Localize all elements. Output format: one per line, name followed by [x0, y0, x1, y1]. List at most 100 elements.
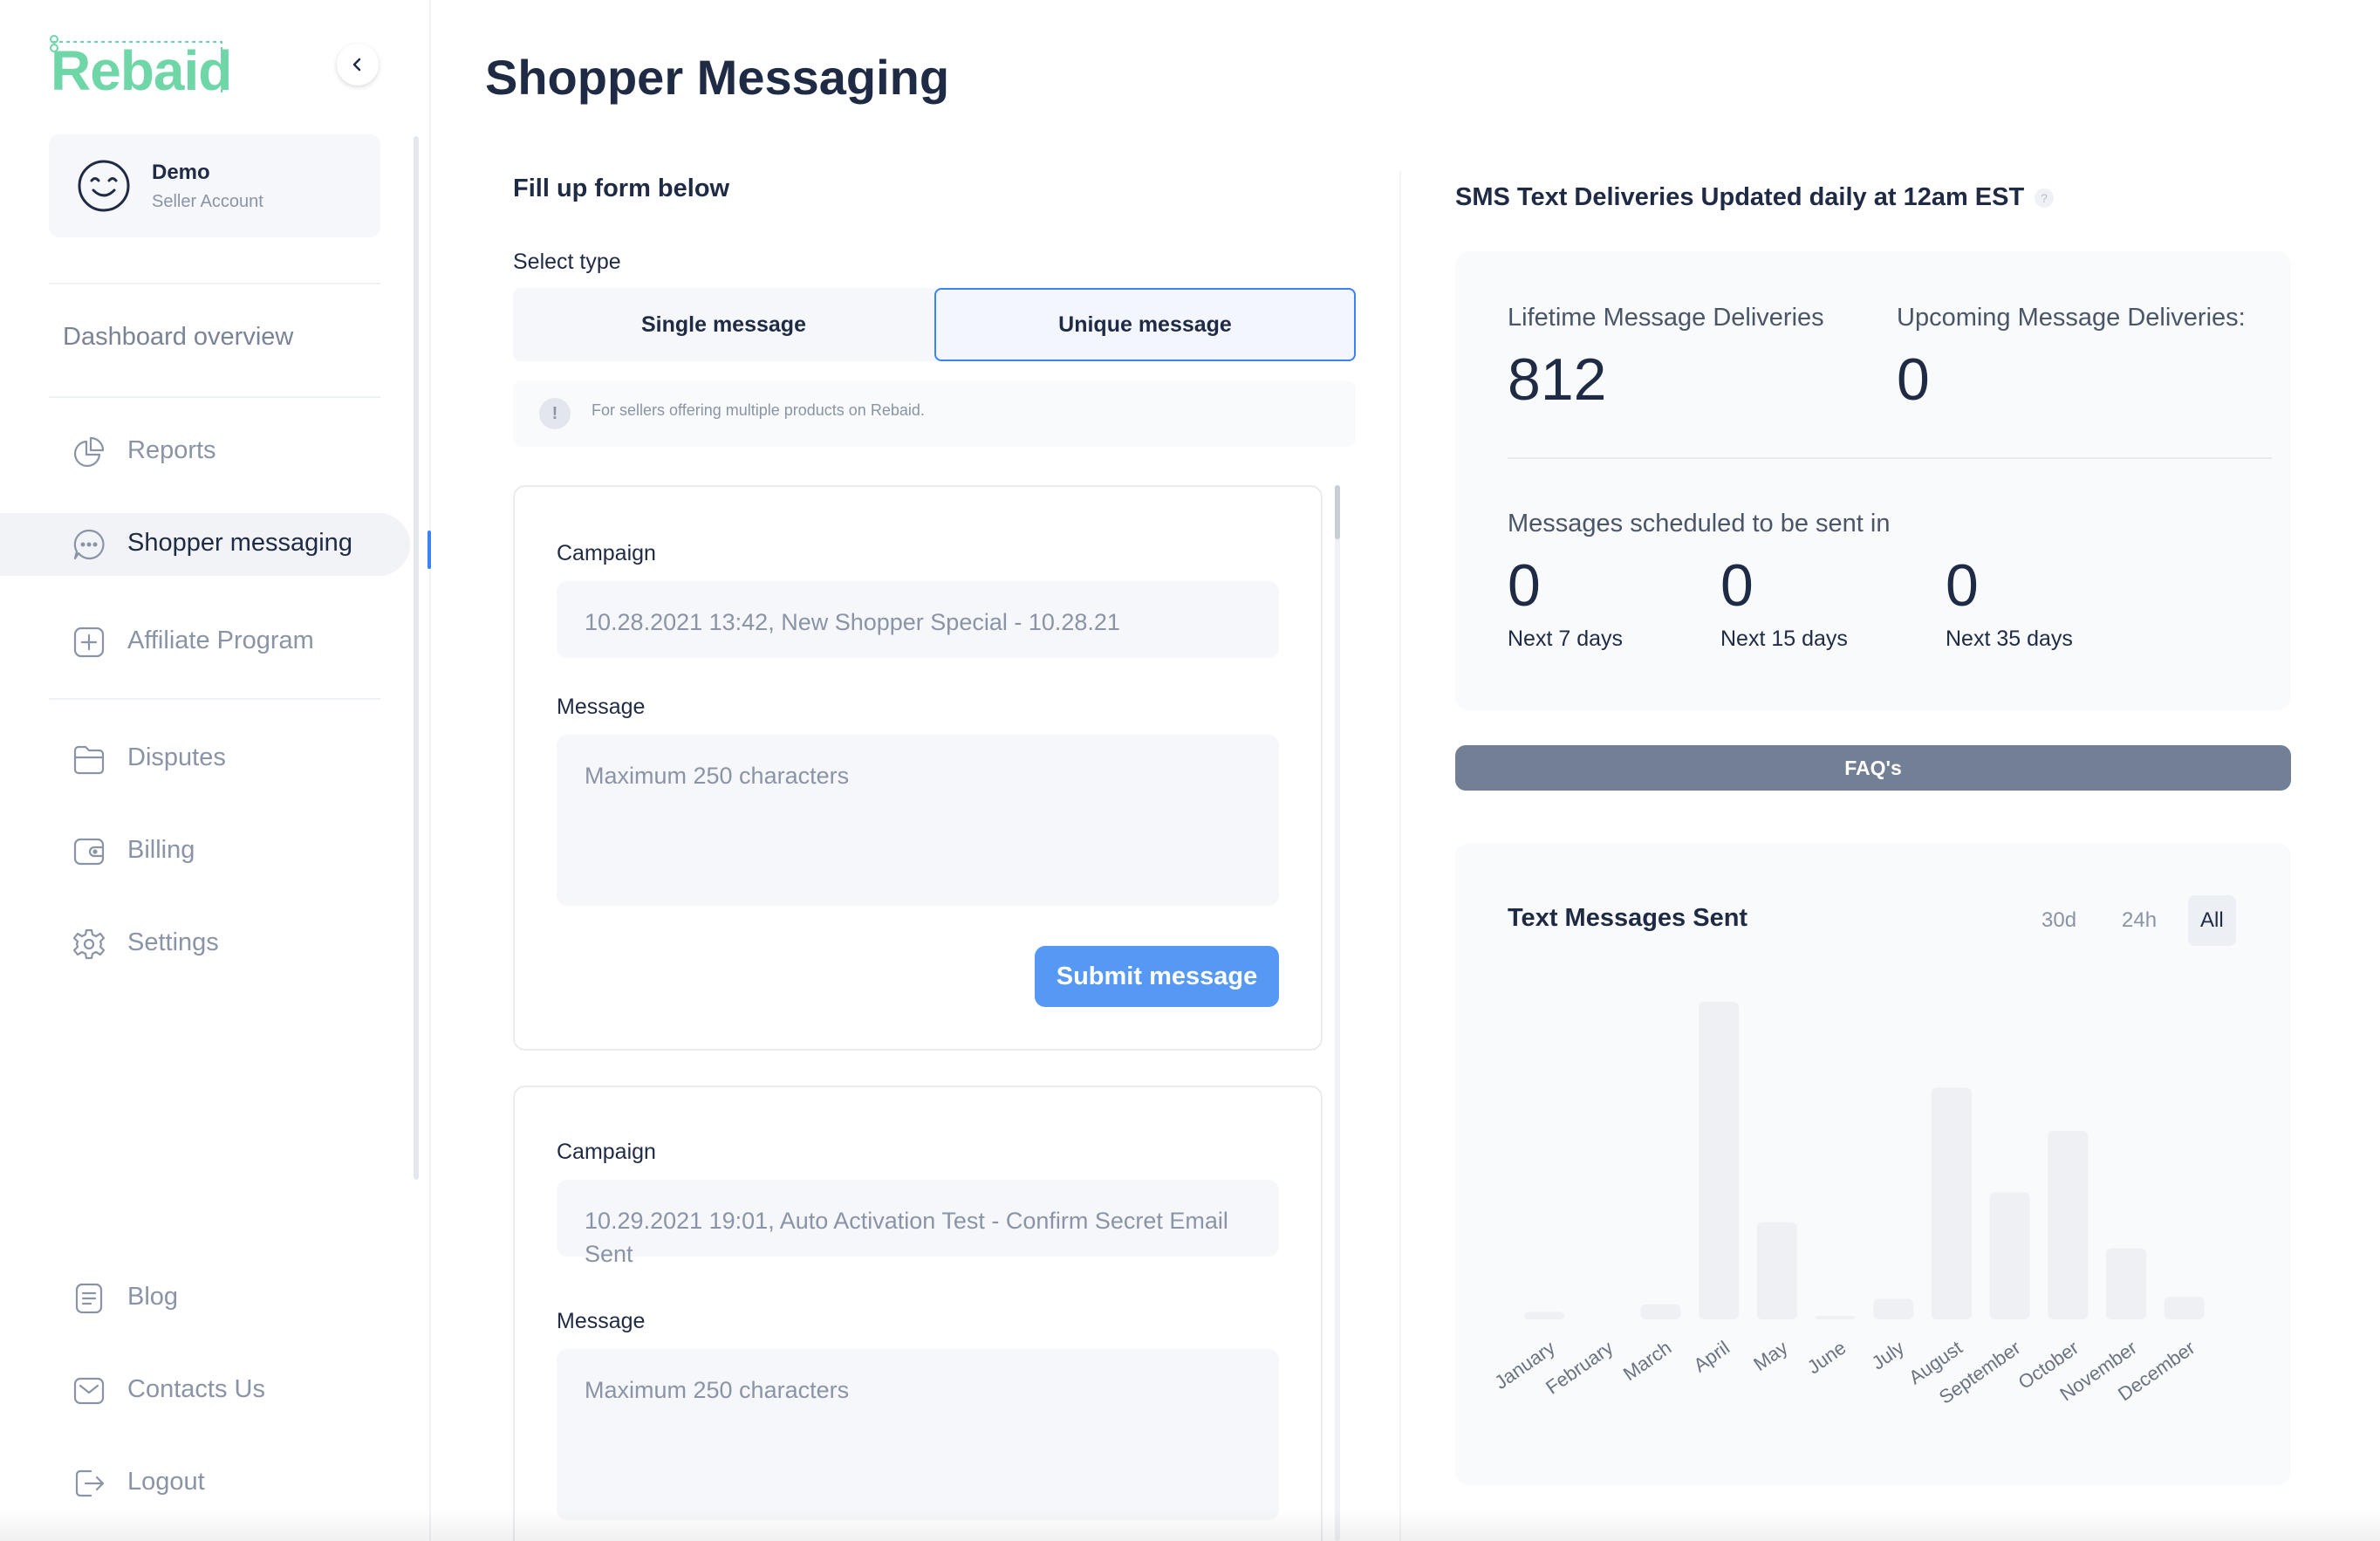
account-type: Seller Account — [152, 192, 263, 211]
sidebar-item-label: Settings — [127, 928, 219, 956]
sidebar-item-contacts-us[interactable]: Contacts Us — [0, 1360, 410, 1422]
sidebar-item-label: Blog — [127, 1283, 179, 1311]
bar-october[interactable] — [2048, 1130, 2089, 1319]
brand-logo[interactable]: Rebaid — [51, 38, 232, 103]
document-icon — [75, 1283, 103, 1314]
sidebar: Rebaid Demo Seller Account Dashboard ove… — [0, 0, 431, 1541]
sidebar-scrollbar[interactable] — [414, 136, 419, 1180]
account-card[interactable]: Demo Seller Account — [49, 134, 380, 237]
help-icon[interactable]: ? — [2035, 188, 2054, 208]
campaign-label: Campaign — [557, 541, 656, 565]
bar-april[interactable] — [1699, 1002, 1740, 1319]
range-tab-30d[interactable]: 30d — [2029, 895, 2089, 946]
stats-card: Lifetime Message Deliveries 812 Upcoming… — [1455, 251, 2291, 710]
info-notice: ! For sellers offering multiple products… — [513, 380, 1356, 447]
account-name: Demo — [152, 161, 210, 184]
info-text: For sellers offering multiple products o… — [592, 401, 925, 419]
range-tab-all[interactable]: All — [2188, 895, 2236, 946]
text-messages-chart-card: January February March April May June July Augu… — [1455, 843, 2291, 1485]
sidebar-divider — [49, 283, 380, 284]
single-message-option[interactable]: Single message — [513, 288, 934, 361]
form-scrollbar[interactable] — [1335, 485, 1340, 1541]
column-divider — [1399, 171, 1401, 1541]
bar-september[interactable] — [1989, 1192, 2030, 1319]
bar-january[interactable] — [1524, 1312, 1564, 1319]
sidebar-item-blog[interactable]: Blog — [0, 1267, 410, 1330]
x-tick-july: July — [1868, 1337, 1908, 1374]
message-label: Message — [557, 1309, 646, 1333]
message-textarea[interactable]: Maximum 250 characters — [557, 735, 1279, 906]
campaign-field[interactable]: 10.29.2021 19:01, Auto Activation Test -… — [557, 1180, 1279, 1267]
chat-icon — [73, 529, 105, 560]
active-nav-indicator — [427, 531, 431, 569]
bottom-edge-shadow — [0, 1510, 2380, 1541]
submit-message-button[interactable]: Submit message — [1035, 946, 1279, 1007]
sidebar-item-disputes[interactable]: Disputes — [0, 728, 410, 791]
sidebar-item-logout[interactable]: Logout — [0, 1452, 410, 1515]
folder-icon — [73, 745, 105, 775]
sidebar-item-label: Reports — [127, 436, 216, 464]
scheduled-label: Messages scheduled to be sent in — [1508, 510, 1891, 538]
upcoming-deliveries-label: Upcoming Message Deliveries: — [1897, 304, 2246, 332]
lifetime-deliveries-label: Lifetime Message Deliveries — [1508, 304, 1824, 332]
select-type-label: Select type — [513, 250, 621, 274]
form-heading: Fill up form below — [513, 175, 730, 202]
faq-button[interactable]: FAQ's — [1455, 745, 2291, 791]
scheduled-7-days-value: 0 — [1508, 552, 1541, 619]
bar-december[interactable] — [2164, 1297, 2205, 1319]
range-tab-24h[interactable]: 24h — [2110, 895, 2169, 946]
form-scrollbar-thumb[interactable] — [1335, 485, 1340, 539]
wallet-icon — [73, 838, 105, 866]
bar-august[interactable] — [1931, 1087, 1972, 1319]
x-tick-may: May — [1749, 1337, 1791, 1375]
sidebar-item-label: Shopper messaging — [127, 529, 352, 557]
bar-november[interactable] — [2106, 1248, 2146, 1319]
logout-icon — [75, 1469, 105, 1497]
sidebar-item-reports[interactable]: Reports — [0, 421, 410, 483]
sidebar-item-billing[interactable]: Billing — [0, 820, 410, 883]
bar-june[interactable] — [1815, 1315, 1856, 1319]
smiley-avatar-icon — [78, 160, 130, 212]
sms-deliveries-heading: SMS Text Deliveries Updated daily at 12a… — [1455, 183, 2025, 211]
message-type-toggle: Single message Unique message — [513, 288, 1356, 361]
lifetime-deliveries-value: 812 — [1508, 346, 1607, 413]
sidebar-divider — [49, 396, 380, 398]
bar-march[interactable] — [1640, 1304, 1681, 1319]
pie-chart-icon — [73, 436, 105, 468]
sidebar-divider — [49, 698, 380, 700]
campaign-label: Campaign — [557, 1140, 656, 1164]
x-tick-february: February — [1542, 1337, 1617, 1399]
plus-square-icon — [73, 627, 105, 658]
message-textarea[interactable]: Maximum 250 characters — [557, 1349, 1279, 1520]
unique-message-option[interactable]: Unique message — [934, 288, 1356, 361]
scheduled-7-days-label: Next 7 days — [1508, 627, 1624, 651]
scheduled-35-days-value: 0 — [1946, 552, 1979, 619]
upcoming-deliveries-value: 0 — [1897, 346, 1930, 413]
scheduled-35-days-label: Next 35 days — [1946, 627, 2073, 651]
sidebar-item-label: Affiliate Program — [127, 627, 314, 654]
x-tick-march: March — [1619, 1337, 1675, 1386]
sidebar-item-settings[interactable]: Settings — [0, 913, 410, 976]
campaign-field[interactable]: 10.28.2021 13:42, New Shopper Special - … — [557, 581, 1279, 658]
sidebar-item-shopper-messaging[interactable]: Shopper messaging — [0, 513, 410, 576]
message-label: Message — [557, 695, 646, 719]
scheduled-15-days-label: Next 15 days — [1720, 627, 1848, 651]
gear-icon — [72, 928, 106, 960]
campaign-card: Campaign 10.28.2021 13:42, New Shopper S… — [513, 485, 1323, 1051]
chevron-left-icon — [352, 58, 361, 72]
sidebar-item-label: Logout — [127, 1468, 205, 1496]
bar-july[interactable] — [1873, 1298, 1914, 1319]
scheduled-15-days-value: 0 — [1720, 552, 1754, 619]
mail-icon — [73, 1377, 105, 1405]
collapse-sidebar-button[interactable] — [337, 44, 379, 86]
bar-may[interactable] — [1756, 1222, 1797, 1319]
campaign-cards-list[interactable]: Campaign 10.28.2021 13:42, New Shopper S… — [513, 485, 1342, 1541]
sidebar-item-affiliate-program[interactable]: Affiliate Program — [0, 611, 410, 674]
stats-divider — [1508, 457, 2272, 459]
x-tick-june: June — [1803, 1337, 1850, 1379]
sidebar-item-dashboard-overview[interactable]: Dashboard overview — [63, 323, 293, 352]
chart-title: Text Messages Sent — [1508, 904, 1748, 932]
campaign-card: Campaign 10.29.2021 19:01, Auto Activati… — [513, 1086, 1323, 1541]
sidebar-item-label: Billing — [127, 836, 195, 864]
sidebar-item-label: Contacts Us — [127, 1375, 265, 1403]
